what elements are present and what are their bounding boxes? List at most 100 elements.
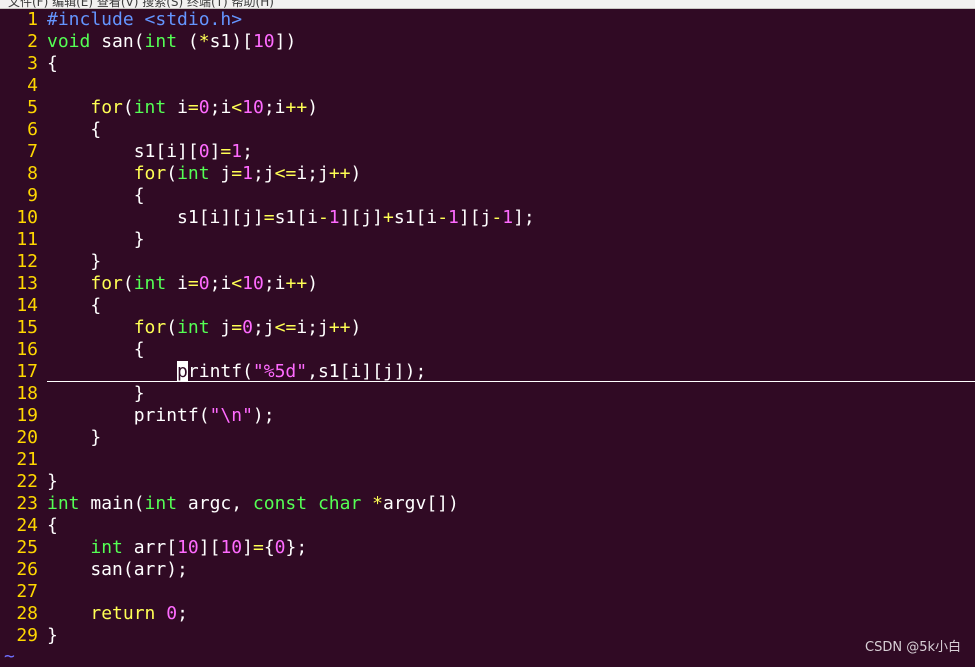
- code-line[interactable]: 2 void san(int (*s1)[10]): [0, 31, 975, 53]
- code-text[interactable]: s1[i][j]=s1[i-1][j]+s1[i-1][j-1];: [47, 207, 535, 229]
- code-line[interactable]: 15 for(int j=0;j<=i;j++): [0, 317, 975, 339]
- menubar-text[interactable]: 文件(F) 编辑(E) 查看(V) 搜索(S) 终端(T) 帮助(H): [8, 0, 274, 8]
- code-line[interactable]: 13 for(int i=0;i<10;i++): [0, 273, 975, 295]
- code-text[interactable]: {: [47, 339, 145, 361]
- code-line[interactable]: 22}: [0, 471, 975, 493]
- line-number: 22: [16, 471, 38, 492]
- syntax-token: "%5d": [252, 361, 308, 382]
- code-text[interactable]: {: [47, 185, 145, 207]
- code-text[interactable]: {: [47, 295, 101, 317]
- line-number: 10: [16, 207, 38, 228]
- code-line[interactable]: 5 for(int i=0;i<10;i++): [0, 97, 975, 119]
- syntax-token: 0: [274, 537, 286, 558]
- code-text[interactable]: void san(int (*s1)[10]): [47, 31, 296, 53]
- code-line[interactable]: 17 printf("%5d",s1[i][j]);: [0, 361, 975, 383]
- code-text[interactable]: for(int j=0;j<=i;j++): [47, 317, 362, 339]
- code-line[interactable]: 26 san(arr);: [0, 559, 975, 581]
- syntax-token: <=: [274, 317, 297, 338]
- code-line[interactable]: 20 }: [0, 427, 975, 449]
- syntax-token: return: [90, 603, 156, 624]
- syntax-token: -: [437, 207, 449, 228]
- syntax-token: 10: [252, 31, 275, 52]
- code-line[interactable]: 23 int main(int argc, const char *argv[]): [0, 493, 975, 515]
- syntax-token: =: [252, 537, 264, 558]
- code-line[interactable]: 3{: [0, 53, 975, 75]
- code-line[interactable]: 28 return 0;: [0, 603, 975, 625]
- code-line[interactable]: 25 int arr[10][10]={0};: [0, 537, 975, 559]
- code-text[interactable]: san(arr);: [47, 559, 188, 581]
- code-line[interactable]: 8 for(int j=1;j<=i;j++): [0, 163, 975, 185]
- code-line[interactable]: 4: [0, 75, 975, 97]
- syntax-token: int: [177, 317, 210, 338]
- code-text[interactable]: for(int i=0;i<10;i++): [47, 97, 318, 119]
- code-line[interactable]: 21: [0, 449, 975, 471]
- code-text[interactable]: }: [47, 251, 101, 273]
- text-cursor: p: [177, 361, 188, 382]
- code-text[interactable]: for(int j=1;j<=i;j++): [47, 163, 362, 185]
- line-number: 18: [16, 383, 38, 404]
- code-text[interactable]: }: [47, 383, 145, 405]
- syntax-token: int: [144, 31, 178, 52]
- code-text[interactable]: {: [47, 53, 58, 75]
- code-text[interactable]: }: [47, 427, 101, 449]
- code-text[interactable]: #include <stdio.h>: [47, 9, 242, 31]
- code-line[interactable]: 11 }: [0, 229, 975, 251]
- code-text[interactable]: printf("\n");: [47, 405, 275, 427]
- line-number: 6: [27, 119, 38, 140]
- line-number: 9: [27, 185, 38, 206]
- syntax-token: *: [198, 31, 210, 52]
- code-line[interactable]: 29}: [0, 625, 975, 647]
- line-number: 27: [16, 581, 38, 602]
- code-line[interactable]: 12 }: [0, 251, 975, 273]
- code-line[interactable]: 10 s1[i][j]=s1[i-1][j]+s1[i-1][j-1];: [0, 207, 975, 229]
- line-number: 13: [16, 273, 38, 294]
- syntax-token: void: [47, 31, 91, 52]
- syntax-token: int: [90, 537, 123, 558]
- code-text[interactable]: {: [47, 119, 101, 141]
- code-line[interactable]: 16 {: [0, 339, 975, 361]
- syntax-token: ++: [285, 273, 308, 294]
- code-line[interactable]: 19 printf("\n");: [0, 405, 975, 427]
- code-line[interactable]: 7 s1[i][0]=1;: [0, 141, 975, 163]
- syntax-token: =: [187, 97, 199, 118]
- line-number: 14: [16, 295, 38, 316]
- code-text[interactable]: for(int i=0;i<10;i++): [47, 273, 318, 295]
- code-text[interactable]: int arr[10][10]={0};: [47, 537, 307, 559]
- code-line[interactable]: 18 }: [0, 383, 975, 405]
- syntax-token: 1: [231, 141, 243, 162]
- syntax-token: char: [317, 493, 362, 514]
- syntax-token: int: [47, 493, 80, 514]
- code-line[interactable]: 9 {: [0, 185, 975, 207]
- vim-editor[interactable]: 1 #include <stdio.h> 2 void san(int (*s1)[1…: [0, 9, 975, 647]
- syntax-token: 0: [198, 273, 210, 294]
- syntax-token: ++: [285, 97, 308, 118]
- syntax-token: =: [231, 317, 243, 338]
- syntax-token: <: [231, 97, 243, 118]
- code-text[interactable]: return 0;: [47, 603, 188, 625]
- syntax-token: 10: [220, 537, 243, 558]
- code-line[interactable]: 24 {: [0, 515, 975, 537]
- code-text[interactable]: s1[i][0]=1;: [47, 141, 253, 163]
- code-text[interactable]: {: [47, 515, 58, 537]
- syntax-token: *: [372, 493, 383, 514]
- code-text[interactable]: }: [47, 471, 58, 493]
- line-number: 11: [16, 229, 38, 250]
- code-line[interactable]: 27: [0, 581, 975, 603]
- code-line[interactable]: 1 #include <stdio.h>: [0, 9, 975, 31]
- watermark: CSDN @5k小白: [865, 640, 961, 655]
- syntax-token: #include <stdio.h>: [47, 9, 243, 30]
- line-number: 8: [27, 163, 38, 184]
- syntax-token: int: [133, 97, 167, 118]
- code-text[interactable]: }: [47, 229, 145, 251]
- syntax-token: 1: [242, 163, 253, 184]
- code-text[interactable]: int main(int argc, const char *argv[]): [47, 493, 459, 515]
- terminal-menubar[interactable]: 文件(F) 编辑(E) 查看(V) 搜索(S) 终端(T) 帮助(H): [0, 0, 975, 9]
- code-line[interactable]: 14 {: [0, 295, 975, 317]
- syntax-token: ++: [328, 317, 351, 338]
- line-number: 23: [16, 493, 38, 514]
- syntax-token: "\n": [209, 405, 253, 426]
- code-text[interactable]: }: [47, 625, 58, 647]
- code-text[interactable]: printf("%5d",s1[i][j]);: [47, 361, 426, 383]
- code-line[interactable]: 6 {: [0, 119, 975, 141]
- syntax-token: 10: [242, 273, 264, 294]
